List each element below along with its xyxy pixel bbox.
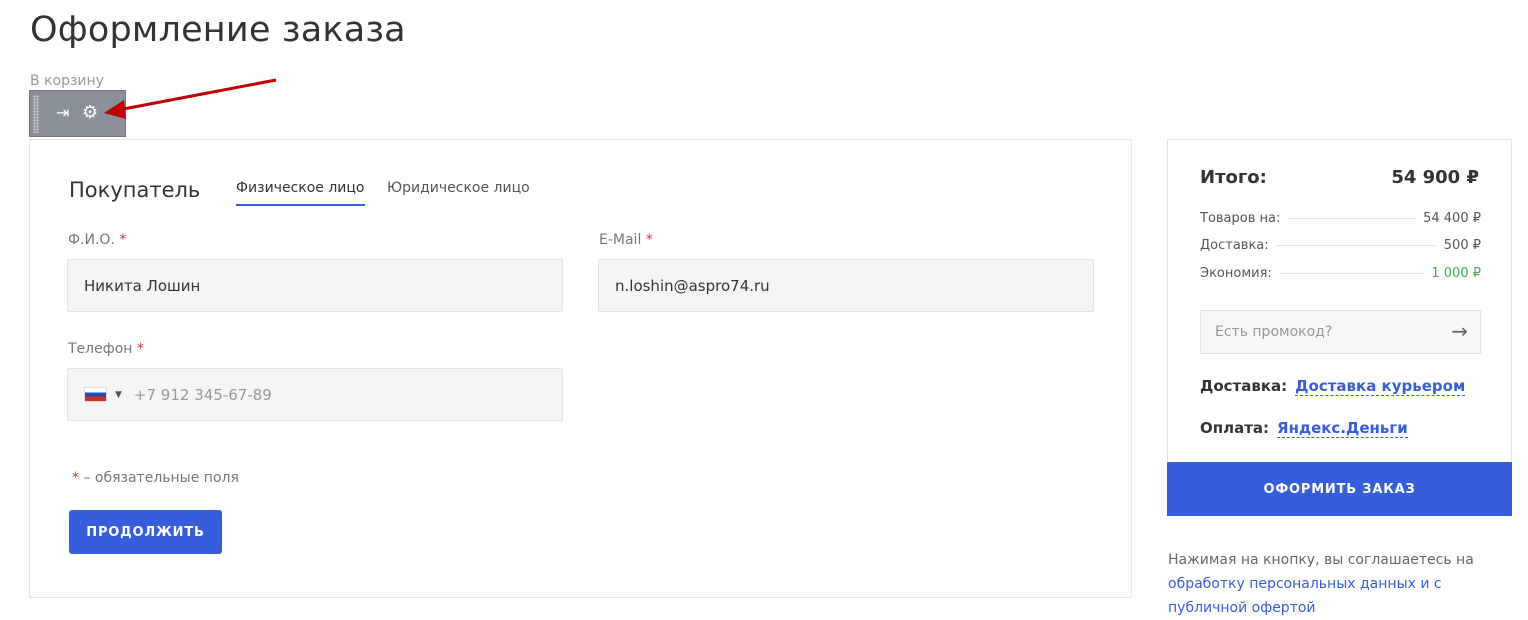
payment-option: Оплата: Яндекс.Деньги bbox=[1200, 419, 1408, 438]
public-offer-link[interactable]: публичной офертой bbox=[1168, 600, 1316, 616]
place-order-button[interactable]: ОФОРМИТЬ ЗАКАЗ bbox=[1167, 462, 1512, 516]
agreement-text: Нажимая на кнопку, вы соглашаетесь на об… bbox=[1168, 552, 1474, 616]
summary-row-goods: Товаров на: 54 400 ₽ bbox=[1200, 211, 1481, 226]
buyer-form-panel: Покупатель Физическое лицо Юридическое л… bbox=[29, 139, 1132, 598]
pin-icon[interactable]: ⇥ bbox=[56, 103, 69, 123]
promo-code-input[interactable]: Есть промокод? → bbox=[1200, 310, 1481, 354]
back-to-cart-link[interactable]: В корзину bbox=[30, 73, 104, 89]
total-label: Итого: bbox=[1200, 167, 1267, 188]
summary-row-economy: Экономия: 1 000 ₽ bbox=[1200, 266, 1481, 281]
arrow-right-icon[interactable]: → bbox=[1451, 319, 1468, 343]
chevron-down-icon[interactable]: ▼ bbox=[115, 390, 122, 400]
delivery-option: Доставка: Доставка курьером bbox=[1200, 377, 1466, 396]
gear-icon[interactable]: ⚙ bbox=[82, 103, 98, 123]
order-summary-panel: Итого: 54 900 ₽ Товаров на: 54 400 ₽ Дост… bbox=[1167, 139, 1512, 462]
personal-data-link[interactable]: обработку персональных данных bbox=[1168, 576, 1416, 592]
tab-legal-entity[interactable]: Юридическое лицо bbox=[387, 180, 530, 204]
phone-label: Телефон * bbox=[68, 341, 144, 357]
fio-input[interactable]: Никита Лошин bbox=[67, 259, 563, 312]
required-fields-note: * – обязательные поля bbox=[72, 470, 239, 486]
payment-method-link[interactable]: Яндекс.Деньги bbox=[1277, 419, 1408, 438]
buyer-section-title: Покупатель bbox=[69, 178, 201, 202]
russia-flag-icon[interactable] bbox=[84, 387, 107, 402]
summary-row-delivery: Доставка: 500 ₽ bbox=[1200, 238, 1481, 253]
promo-placeholder: Есть промокод? bbox=[1215, 324, 1333, 340]
email-label: E-Mail * bbox=[599, 232, 653, 248]
edit-toolbar[interactable]: ⇥ ⚙ bbox=[29, 90, 126, 137]
tab-individual[interactable]: Физическое лицо bbox=[236, 180, 365, 206]
total-value: 54 900 ₽ bbox=[1391, 167, 1479, 188]
continue-button[interactable]: ПРОДОЛЖИТЬ bbox=[69, 510, 222, 554]
phone-placeholder: +7 912 345-67-89 bbox=[133, 385, 272, 404]
delivery-method-link[interactable]: Доставка курьером bbox=[1295, 377, 1466, 396]
drag-handle-icon[interactable] bbox=[33, 95, 39, 133]
fio-label: Ф.И.О. * bbox=[68, 232, 127, 248]
email-input[interactable]: n.loshin@aspro74.ru bbox=[598, 259, 1094, 312]
phone-input[interactable]: ▼ +7 912 345-67-89 bbox=[67, 368, 563, 421]
page-title: Оформление заказа bbox=[30, 10, 406, 50]
